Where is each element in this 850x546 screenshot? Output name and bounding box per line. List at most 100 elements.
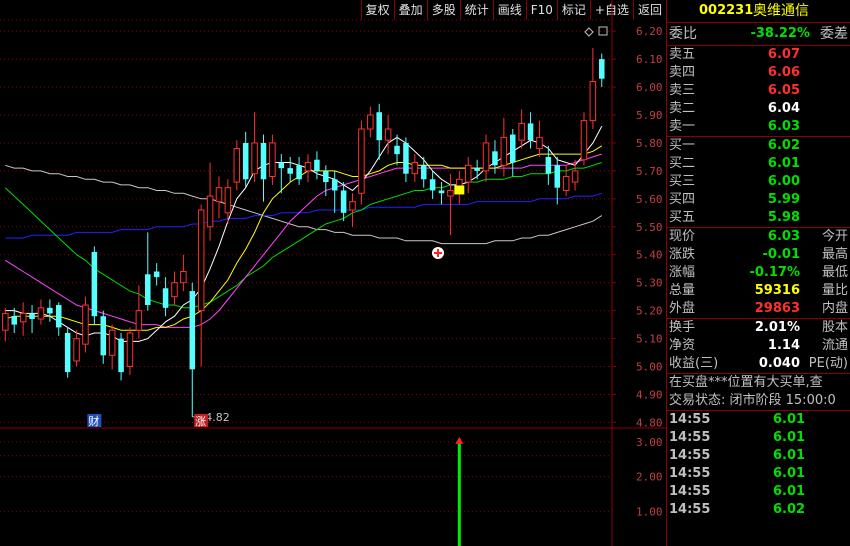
tick-time: 14:55 [669, 466, 711, 481]
fund-item-label2: PE(动) [808, 356, 848, 371]
candle-body [233, 148, 241, 183]
candle-body [162, 288, 169, 308]
stock-code: 002231 [699, 3, 754, 18]
candle-body [349, 201, 356, 211]
fund-item-label: 净资 [669, 338, 696, 353]
candle-body [384, 128, 392, 141]
tick-time: 14:55 [669, 448, 711, 463]
candle-body [82, 304, 89, 345]
kline-chart[interactable]: 6.20 6.10 6.00 5.90 5.80 5.70 5.60 5.50 5.40 5.30… [0, 0, 666, 546]
tick-price: 6.02 [773, 502, 806, 517]
buy-level-label: 买四 [669, 192, 696, 207]
candle-body [411, 162, 419, 175]
quote-item-label2: 内盘 [821, 301, 848, 316]
candle-body [403, 142, 409, 174]
candle-body [580, 120, 588, 161]
candle-body [464, 164, 472, 183]
weibi-row: 委比 -38.22% 委差 [667, 23, 850, 46]
sell-orders: 卖五 6.07 卖四 6.06 卖三 6.05 卖二 6.04 卖一 6.03 [667, 46, 850, 137]
price-tick-label: 4.80 [636, 416, 663, 429]
chart-area[interactable]: 复权 叠加 多股 统计 画线 F10 标记 +自选 返回 6.20 6.10 6.0… [0, 0, 666, 546]
price-tick-label: 5.40 [636, 249, 663, 262]
price-tick-label: 5.80 [636, 137, 663, 150]
sell-level-value: 6.07 [767, 47, 800, 62]
quote-panel: 002231 奥维通信 委比 -38.22% 委差 卖五 6.07 卖四 6.06 卖三… [666, 0, 850, 546]
fund-item-value: 2.01% [754, 320, 800, 335]
sell-level-row: 卖五 6.07 [667, 46, 850, 64]
buy-level-label: 买三 [669, 174, 696, 189]
weicha-label: 委差 [820, 26, 848, 42]
stock-header: 002231 奥维通信 [667, 0, 850, 23]
candle-body [554, 165, 561, 188]
candle-body [64, 332, 71, 373]
buy-level-value: 5.98 [767, 210, 800, 225]
tick-time: 14:55 [669, 430, 711, 445]
candle-body [91, 251, 98, 317]
fund-item-label2: 流通 [821, 338, 848, 353]
candle-body [571, 170, 579, 183]
fund-item-label: 换手 [669, 320, 696, 335]
candle-body [287, 168, 293, 174]
quote-item-value: 29863 [754, 301, 800, 316]
quote-item-row: 涨幅 -0.17% 最低 [667, 264, 850, 282]
diamond-icon [584, 27, 594, 37]
price-tick-label: 5.00 [636, 361, 663, 374]
trade-status: 交易状态: 闭市阶段 15:00:0 [667, 392, 850, 411]
info-line[interactable]: 在买盘***位置有大买单,查 [667, 374, 850, 392]
candle-body [545, 156, 552, 174]
quote-item-row: 现价 6.03 今开 [667, 228, 850, 246]
indicator-tick-label: 3.00 [636, 436, 663, 449]
candle-body [589, 80, 597, 122]
candle-body [331, 179, 338, 191]
quote-item-row: 外盘 29863 内盘 [667, 300, 850, 318]
sell-level-label: 卖三 [669, 83, 696, 98]
fund-item-row: 净资 1.14 流通 [667, 337, 850, 355]
quote-item-label2: 量比 [821, 283, 848, 298]
sell-level-value: 6.05 [767, 83, 800, 98]
candle-body [55, 305, 62, 328]
candle-body [474, 168, 480, 171]
price-tick-label: 6.20 [636, 25, 663, 38]
tick-time: 14:55 [669, 484, 711, 499]
candle-body [171, 282, 178, 298]
quote-item-value: -0.17% [749, 265, 801, 280]
candle-body [189, 291, 196, 370]
price-tick-label: 5.30 [636, 277, 663, 290]
candle-body [224, 187, 232, 214]
candle-body [73, 338, 80, 362]
candle-body [153, 271, 160, 278]
candle-body [527, 123, 534, 141]
price-tick-label: 5.20 [636, 305, 663, 318]
buy-level-value: 6.02 [767, 138, 800, 153]
buy-level-row: 买五 5.98 [667, 209, 850, 227]
tick-row: 14:55 6.01 [667, 447, 850, 465]
stock-name: 奥维通信 [753, 3, 809, 19]
candle-body [206, 195, 214, 228]
price-tick-label: 5.10 [636, 333, 663, 346]
candle-body [420, 165, 427, 180]
sell-level-row: 卖三 6.05 [667, 82, 850, 100]
price-tick-label: 5.50 [636, 221, 663, 234]
sell-level-label: 卖二 [669, 101, 696, 116]
indicator-tick-label: 2.00 [636, 471, 663, 484]
fund-item-value: 0.040 [758, 356, 800, 371]
candle-body [304, 162, 312, 172]
indicator-arrow-icon [455, 436, 464, 444]
buy-level-value: 6.01 [767, 156, 800, 171]
candle-body [260, 142, 267, 180]
sell-level-row: 卖一 6.03 [667, 118, 850, 136]
buy-level-label: 买二 [669, 156, 696, 171]
candle-body [126, 332, 134, 368]
low-price-label: 4.82 [205, 411, 230, 424]
candle-body [135, 310, 143, 331]
tick-list[interactable]: 14:55 6.01 14:55 6.01 14:55 6.01 14:55 6.01 14:5… [667, 411, 850, 519]
candle-body [215, 187, 223, 203]
candle-body [367, 114, 374, 130]
sell-level-row: 卖四 6.06 [667, 64, 850, 82]
indicator-tick-label: 1.00 [636, 505, 663, 518]
candle-body [19, 312, 27, 323]
tick-row: 14:55 6.01 [667, 429, 850, 447]
candle-body [145, 274, 151, 306]
quote-item-value: 59316 [754, 283, 800, 298]
candle-body [180, 271, 187, 284]
